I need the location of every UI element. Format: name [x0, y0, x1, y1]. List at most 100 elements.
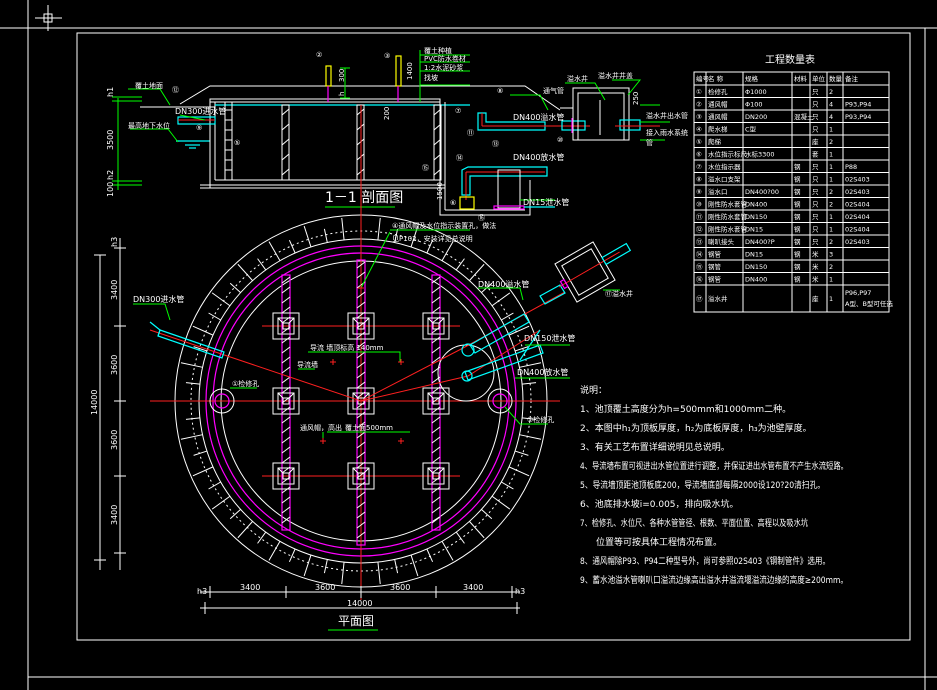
hatch-tick	[519, 434, 542, 440]
hatch-tick	[455, 258, 465, 271]
label-soil: 覆土种植	[424, 46, 452, 55]
wall-hatch	[281, 416, 291, 424]
hatch-tick	[180, 362, 203, 368]
table-last-row-unit: 座	[812, 294, 819, 303]
table-cell: Φ1000	[745, 88, 767, 96]
label-overflow-well: 溢水井	[567, 74, 588, 83]
hatch-tick	[426, 548, 434, 562]
table-cell: 02S403	[845, 176, 870, 184]
table-cell: 2	[829, 263, 833, 271]
hatch-tick	[303, 554, 312, 577]
hatch-tick	[257, 531, 267, 544]
hatch-tick	[192, 325, 214, 336]
table-row: ⑩ 刚性防水套管DN400 钢 只 2 02S404	[696, 200, 870, 209]
wall-hatch	[431, 296, 441, 304]
table-cell: 水位指示标尺	[708, 150, 748, 159]
hatch-tick	[323, 559, 328, 574]
label-overflow-pipe: DN400溢水管	[513, 112, 564, 122]
table-header-cell: 单位	[812, 74, 826, 83]
hatch-tick	[268, 241, 281, 261]
hatch-tick	[288, 240, 296, 254]
quantity-table: 工程数量表 编号名 称规格 材料 单位 数量 备注① 检修孔 Φ1000 只 2② 通风帽 Φ100…	[693, 53, 893, 313]
note-3: 3、有关工艺布置详细说明见总说明。	[580, 441, 730, 453]
table-cell: 溢水口支架	[708, 175, 741, 184]
hatch-tick	[208, 481, 221, 490]
wall-hatch	[431, 286, 441, 294]
hatch-tick	[208, 312, 221, 321]
label-overflow-plan: DN400溢水管	[478, 279, 529, 289]
table-cell: 只	[812, 176, 819, 184]
table-row: ⑫ 刚性防水套管DN15 钢 只 1 02S404	[696, 225, 870, 234]
dim-200: 200	[383, 107, 391, 120]
table-header-cell: 数量	[829, 74, 843, 83]
table-cell: Φ100	[745, 101, 763, 109]
table-last-row-no: ⑰	[696, 295, 703, 303]
hatch-tick	[410, 554, 419, 577]
table-cell: 1	[829, 176, 833, 184]
table-cell: P93,P94	[845, 113, 871, 121]
note-6: 6、池底排水坡i=0.005，排向吸水坑。	[580, 498, 739, 510]
table-cell: 钢	[794, 263, 801, 271]
marker: ⑪	[467, 129, 474, 137]
hatch-tick	[522, 382, 537, 385]
table-cell: DN400?P	[745, 238, 775, 246]
inlet-pipe-plan	[149, 321, 225, 359]
table-cell: ⑥	[696, 151, 702, 159]
overflow-well-section	[560, 87, 660, 141]
table-last-row-name: 溢水井	[708, 294, 728, 303]
wall-hatch	[281, 376, 291, 384]
note-8: 8、通风帽除P93、P94二种型号外，尚可参照02S403《钢制管件》选用。	[580, 555, 830, 567]
hatch-tick	[229, 509, 241, 520]
label-inlet-plan: DN300进水管	[133, 294, 184, 304]
table-cell: 只	[812, 126, 819, 134]
table-cell: 02S404	[845, 201, 870, 209]
label-pvc: PVC防水卷材	[424, 54, 466, 63]
table-cell: ③	[696, 113, 702, 121]
dim-v3600b: 3600	[110, 430, 119, 450]
wall-hatch	[281, 356, 291, 364]
table-cell: 钢管	[708, 250, 722, 259]
table-row: ⑥ 水位指示标尺水标3300 套 1	[696, 150, 833, 159]
marker: ②	[316, 51, 322, 59]
dim-v14000: 14000	[90, 390, 99, 415]
hatch-tick	[257, 258, 267, 271]
hatch-tick	[237, 521, 253, 539]
table-cell: ⑩	[696, 201, 702, 209]
table-cell: ⑭	[696, 251, 703, 259]
note-1: 1、池顶覆土高度分为h=500mm和1000mm二种。	[580, 403, 791, 415]
dim-1500: 1500	[436, 182, 444, 200]
wall-hatch	[281, 446, 291, 454]
table-cell: 钢	[794, 238, 801, 246]
table-cell: 喇叭接头	[708, 237, 735, 246]
dim-h3-top: h3	[110, 237, 119, 247]
hatch-tick	[341, 562, 345, 585]
dim-h1: h1	[106, 87, 115, 97]
wall-hatch	[431, 276, 441, 284]
marker: ⑫	[172, 86, 179, 94]
wall-hatch	[281, 276, 291, 284]
table-cell: 钢管	[708, 275, 722, 284]
label-manhole-left: ①检修孔	[232, 379, 259, 388]
table-cell: 只	[812, 188, 819, 196]
wall-hatch	[281, 506, 291, 514]
dim-b14000: 14000	[347, 599, 372, 608]
table-cell: P93,P94	[845, 101, 871, 109]
label-drain-plan: DN400放水管	[517, 367, 568, 377]
label-inlet: DN300进水管	[175, 106, 226, 116]
table-cell: 钢	[794, 163, 801, 171]
table-cell: 水标3300	[745, 150, 775, 159]
hatch-tick	[519, 362, 542, 368]
table-cell: 水位指示器	[708, 162, 741, 171]
marker: ⑬	[492, 140, 499, 148]
wall-hatch	[281, 496, 291, 504]
dim-h2: h2	[106, 170, 115, 180]
table-cell: 钢	[794, 226, 801, 234]
table-header-cell: 备注	[845, 74, 859, 83]
table-cell: 钢	[794, 176, 801, 184]
hatch-tick	[455, 531, 465, 544]
label-vent-note4: 覆土面500mm	[345, 423, 393, 432]
label-slope: 找坡	[424, 73, 438, 82]
plan-view: ④通风帽及水位指示装置孔，做法 见P102，安装详见总说明 DN400溢水管 D…	[90, 200, 633, 631]
table-row: ③ 通风帽 DN200 混凝土只 4 P93,P94	[696, 112, 871, 121]
note-7: 7、检修孔、水位尺、各种水管管径、根数、平面位置、高程以及吸水坑	[580, 517, 808, 529]
